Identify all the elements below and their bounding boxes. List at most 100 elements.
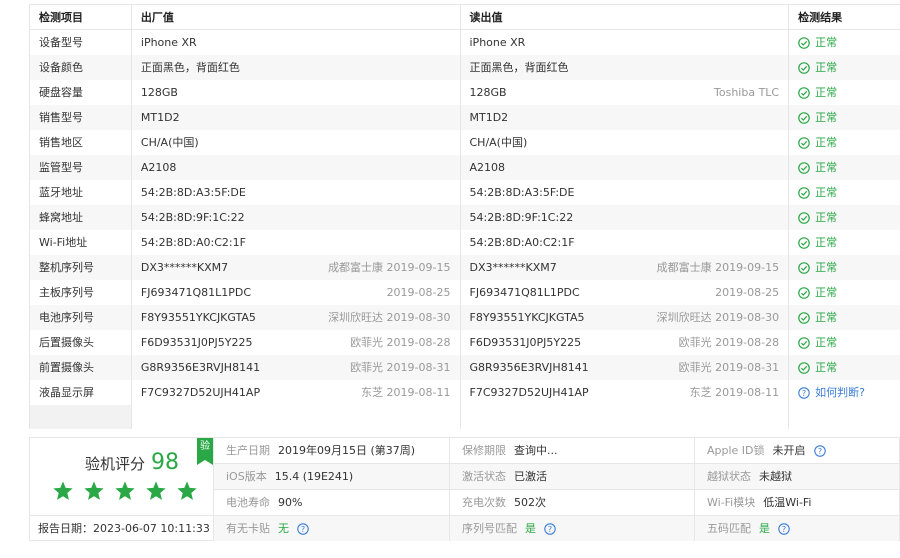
factory-value-cell: G8R9356E3RVJH8141 欧菲光 2019-08-31 — [132, 355, 461, 380]
check-circle-icon — [798, 61, 810, 74]
read-value-cell: 54:2B:8D:9F:1C:22 — [461, 205, 790, 230]
read-value-cell: 54:2B:8D:A3:5F:DE — [461, 180, 790, 205]
table-row: 设备型号 iPhone XR iPhone XR 正常 — [30, 30, 900, 55]
star-icon — [53, 481, 73, 500]
read-value-cell: A2108 — [461, 155, 790, 180]
question-circle-icon[interactable]: ? — [544, 522, 556, 535]
factory-value: F6D93531J0PJ5Y225 — [140, 336, 253, 349]
question-circle-icon[interactable]: ? — [798, 386, 810, 399]
read-value-cell: iPhone XR — [461, 30, 790, 55]
summary-cell: 充电次数 502次 — [450, 490, 695, 516]
factory-value: DX3******KXM7 — [140, 261, 229, 274]
summary-cell: 序列号匹配是? — [450, 516, 695, 541]
summary-value: 查询中... — [514, 444, 558, 457]
check-circle-icon — [798, 286, 810, 299]
table-row: 硬盘容量 128GB 128GB Toshiba TLC 正常 — [30, 80, 900, 105]
summary-cell: 保修期限 查询中... — [450, 438, 695, 464]
result-cell: 正常 — [789, 180, 900, 205]
table-row: 电池序列号 F8Y93551YKCJKGTA5 深圳欣旺达 2019-08-30 F8… — [30, 305, 900, 330]
summary-label: 保修期限 — [462, 444, 506, 457]
table-row: Wi-Fi地址 54:2B:8D:A0:C2:1F 54:2B:8D:A0:C2:1… — [30, 230, 900, 255]
question-circle-icon[interactable]: ? — [778, 522, 790, 535]
result-ok: 正常 — [798, 80, 900, 105]
read-value-cell: F7C9327D52UJH41AP 东芝 2019-08-11 — [461, 380, 790, 405]
read-value: F6D93531J0PJ5Y225 — [469, 336, 582, 349]
score-box: 验机评分 98 验 报告日期：2023-06-07 10:11:33 — [30, 438, 216, 541]
result-text: 正常 — [815, 286, 838, 299]
report-date: 报告日期：2023-06-07 10:11:33 — [30, 515, 216, 541]
result-how-to-judge[interactable]: ? 如何判断? — [798, 380, 900, 405]
summary-cell: 电池寿命 90% — [214, 490, 450, 516]
factory-note: 欧菲光 2019-08-28 — [350, 336, 451, 349]
result-ok: 正常 — [798, 180, 900, 205]
star-icon — [84, 481, 104, 500]
check-circle-icon — [798, 86, 810, 99]
check-circle-icon — [798, 136, 810, 149]
summary-cell: 越狱状态 未越狱 — [695, 464, 899, 490]
row-label: Wi-Fi地址 — [30, 230, 132, 255]
result-ok: 正常 — [798, 155, 900, 180]
table-blank-row — [30, 405, 900, 429]
row-label: 液晶显示屏 — [30, 380, 132, 405]
row-label: 电池序列号 — [30, 305, 132, 330]
factory-note: 深圳欣旺达 2019-08-30 — [328, 311, 451, 324]
factory-value-cell: iPhone XR — [132, 30, 461, 55]
read-value-cell: G8R9356E3RVJH8141 欧菲光 2019-08-31 — [461, 355, 790, 380]
row-label: 监管型号 — [30, 155, 132, 180]
factory-value-cell: CH/A(中国) — [132, 130, 461, 155]
summary-label: iOS版本 — [226, 470, 267, 483]
factory-value: 128GB — [140, 86, 178, 99]
summary-panel: 验机评分 98 验 报告日期：2023-06-07 10:11:33 生产日期 2… — [29, 437, 900, 541]
factory-value-cell: FJ693471Q81L1PDC 2019-08-25 — [132, 280, 461, 305]
check-circle-icon — [798, 36, 810, 49]
read-value: 54:2B:8D:A3:5F:DE — [469, 186, 575, 199]
svg-text:?: ? — [548, 524, 552, 533]
result-cell: 正常 — [789, 355, 900, 380]
table-row: 整机序列号 DX3******KXM7 成都富士康 2019-09-15 DX3***… — [30, 255, 900, 280]
factory-value-cell: DX3******KXM7 成都富士康 2019-09-15 — [132, 255, 461, 280]
factory-value: CH/A(中国) — [140, 136, 199, 149]
read-value-cell: 54:2B:8D:A0:C2:1F — [461, 230, 790, 255]
factory-value: F7C9327D52UJH41AP — [140, 386, 261, 399]
result-cell: 正常 — [789, 55, 900, 80]
summary-label: 序列号匹配 — [462, 522, 517, 535]
factory-value: G8R9356E3RVJH8141 — [140, 361, 261, 374]
result-cell: 正常 — [789, 280, 900, 305]
read-value-cell: CH/A(中国) — [461, 130, 790, 155]
verified-badge: 验 — [197, 438, 213, 465]
read-value-cell: 正面黑色，背面红色 — [461, 55, 790, 80]
header-read: 读出值 — [461, 5, 790, 29]
table-row: 设备颜色 正面黑色，背面红色 正面黑色，背面红色 正常 — [30, 55, 900, 80]
factory-value: 54:2B:8D:9F:1C:22 — [140, 211, 245, 224]
result-text[interactable]: 如何判断? — [815, 380, 865, 405]
check-circle-icon — [798, 236, 810, 249]
check-circle-icon — [798, 336, 810, 349]
factory-value: 正面黑色，背面红色 — [140, 61, 240, 74]
read-value: DX3******KXM7 — [469, 261, 557, 274]
summary-cell: 有无卡贴无? — [214, 516, 450, 541]
read-value-cell: F6D93531J0PJ5Y225 欧菲光 2019-08-28 — [461, 330, 790, 355]
factory-value: MT1D2 — [140, 111, 180, 124]
result-ok: 正常 — [798, 130, 900, 155]
read-value-cell: MT1D2 — [461, 105, 790, 130]
summary-cell: 五码匹配是? — [695, 516, 899, 541]
result-text: 正常 — [815, 86, 838, 99]
factory-note: 东芝 2019-08-11 — [361, 386, 451, 399]
read-value-cell: DX3******KXM7 成都富士康 2019-09-15 — [461, 255, 790, 280]
question-circle-icon[interactable]: ? — [297, 522, 309, 535]
result-ok: 正常 — [798, 105, 900, 130]
read-value-cell: 128GB Toshiba TLC — [461, 80, 790, 105]
star-icon — [146, 481, 166, 500]
table-row: 监管型号 A2108 A2108 正常 — [30, 155, 900, 180]
factory-value: 54:2B:8D:A3:5F:DE — [140, 186, 246, 199]
row-label: 蜂窝地址 — [30, 205, 132, 230]
result-cell: 正常 — [789, 80, 900, 105]
summary-value: 是 — [759, 522, 770, 535]
factory-value-cell: 54:2B:8D:A3:5F:DE — [132, 180, 461, 205]
factory-value-cell: 54:2B:8D:A0:C2:1F — [132, 230, 461, 255]
table-row: 主板序列号 FJ693471Q81L1PDC 2019-08-25 FJ693471Q… — [30, 280, 900, 305]
result-ok: 正常 — [798, 55, 900, 80]
question-circle-icon[interactable]: ? — [813, 444, 826, 457]
summary-label: Apple ID锁 — [707, 444, 765, 457]
table-row: 前置摄像头 G8R9356E3RVJH8141 欧菲光 2019-08-31 G8R9… — [30, 355, 900, 380]
